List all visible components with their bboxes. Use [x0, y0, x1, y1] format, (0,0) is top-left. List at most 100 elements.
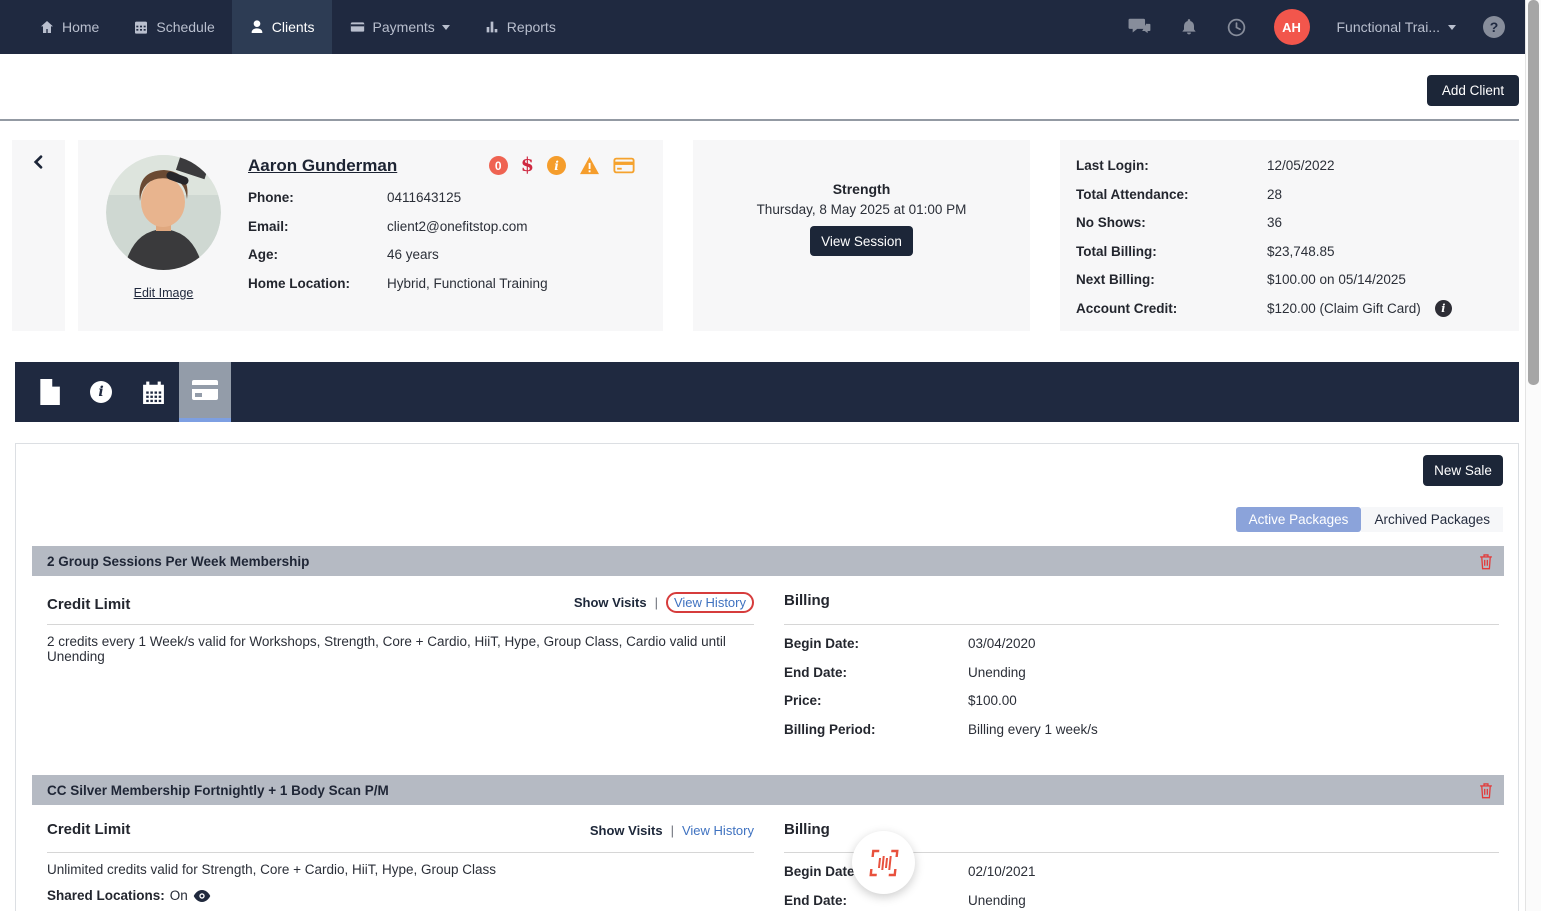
- help-icon[interactable]: ?: [1483, 16, 1505, 38]
- stat-label: Last Login:: [1076, 158, 1149, 173]
- link-separator: |: [670, 823, 674, 838]
- account-dropdown[interactable]: Functional Trai...: [1337, 19, 1456, 35]
- stat-label: No Shows:: [1076, 215, 1146, 231]
- client-alert-icons: 0 $ i: [488, 156, 635, 175]
- barcode-icon: [868, 849, 899, 876]
- stat-label: Total Attendance:: [1076, 186, 1189, 202]
- client-photo: [106, 155, 221, 270]
- bar-chart-icon: [484, 19, 500, 35]
- package-links: Show Visits | View History: [590, 823, 754, 838]
- delete-package-icon[interactable]: [1478, 553, 1494, 570]
- package-description: Unlimited credits valid for Strength, Co…: [47, 862, 497, 877]
- field-label: Home Location:: [248, 275, 351, 291]
- archived-packages-toggle[interactable]: Archived Packages: [1361, 507, 1503, 532]
- credit-limit-header-row: Credit Limit Show Visits | View History: [47, 821, 754, 838]
- zero-credits-badge-icon[interactable]: 0: [488, 156, 508, 175]
- nav-label: Clients: [271, 19, 315, 35]
- view-history-annotation: View History: [665, 592, 754, 613]
- package-filter-toggle: Active Packages Archived Packages: [1235, 507, 1503, 532]
- nav-label: Payments: [372, 19, 435, 35]
- view-history-link[interactable]: View History: [674, 595, 746, 610]
- account-credit-info-icon[interactable]: i: [1434, 299, 1452, 317]
- barcode-scan-button[interactable]: [852, 831, 915, 894]
- stat-label: Account Credit:: [1076, 300, 1178, 316]
- scrollbar-thumb[interactable]: [1528, 0, 1539, 385]
- tab-documents[interactable]: [23, 362, 75, 422]
- field-value: client2@onefitstop.com: [387, 218, 528, 234]
- billing-value: $100.00: [968, 693, 1017, 708]
- nav-item-home[interactable]: Home: [22, 0, 116, 54]
- stat-row: Next Billing: $100.00 on 05/14/2025: [1076, 269, 1503, 290]
- add-client-button[interactable]: Add Client: [1427, 75, 1519, 106]
- previous-client-button[interactable]: [12, 140, 65, 331]
- stat-value: $120.00 (Claim Gift Card): [1267, 300, 1421, 316]
- chevron-down-icon: [441, 24, 450, 30]
- view-session-button[interactable]: View Session: [810, 226, 913, 256]
- credit-limit-heading: Credit Limit: [47, 821, 131, 838]
- tab-info[interactable]: i: [75, 362, 127, 422]
- packages-panel: New Sale Active Packages Archived Packag…: [15, 443, 1519, 911]
- active-packages-toggle[interactable]: Active Packages: [1235, 507, 1362, 532]
- credit-card-icon: [349, 19, 366, 35]
- warning-triangle-icon[interactable]: [579, 156, 600, 175]
- client-name-link[interactable]: Aaron Gunderman: [248, 156, 397, 176]
- chat-icon[interactable]: [1128, 16, 1152, 38]
- billing-row: End Date: Unending: [784, 663, 1098, 684]
- avatar[interactable]: AH: [1273, 9, 1310, 45]
- chevron-down-icon: [1448, 24, 1456, 30]
- tab-schedule[interactable]: [127, 362, 179, 422]
- billing-row: Price: $100.00: [784, 691, 1098, 712]
- shared-locations-value: On: [169, 888, 188, 903]
- divider: [47, 624, 754, 625]
- billing-value: Unending: [968, 892, 1026, 908]
- billing-value: 02/10/2021: [968, 864, 1036, 879]
- stat-value: $23,748.85: [1267, 243, 1335, 259]
- nav-label: Home: [62, 19, 100, 35]
- chevron-left-icon: [33, 155, 42, 169]
- show-visits-link[interactable]: Show Visits: [574, 595, 647, 610]
- package-links: Show Visits | View History: [574, 592, 754, 613]
- show-visits-link[interactable]: Show Visits: [590, 823, 663, 838]
- home-icon: [39, 19, 55, 35]
- tab-packages[interactable]: [179, 362, 231, 422]
- bell-icon[interactable]: [1179, 17, 1199, 38]
- stat-label: Total Billing:: [1076, 243, 1157, 259]
- nav-label: Schedule: [156, 19, 215, 35]
- session-datetime: Thursday, 8 May 2025 at 01:00 PM: [756, 202, 967, 217]
- billing-alert-icon[interactable]: $: [521, 156, 534, 175]
- billing-label: Begin Date:: [784, 636, 860, 651]
- calendar-icon: [141, 380, 166, 405]
- eye-icon[interactable]: [193, 889, 211, 903]
- payment-card-alert-icon[interactable]: [613, 156, 635, 175]
- client-section-tabs: i: [15, 362, 1519, 422]
- info-icon: i: [90, 381, 112, 403]
- view-history-link[interactable]: View History: [682, 823, 754, 838]
- stat-value: $100.00 on 05/14/2025: [1267, 272, 1406, 288]
- nav-item-payments[interactable]: Payments: [332, 0, 467, 54]
- billing-heading: Billing: [784, 821, 830, 838]
- delete-package-icon[interactable]: [1478, 782, 1494, 799]
- stat-label: Next Billing:: [1076, 272, 1155, 288]
- package-title: CC Silver Membership Fortnightly + 1 Bod…: [47, 782, 389, 798]
- divider: [784, 624, 1499, 625]
- clock-icon[interactable]: [1226, 17, 1247, 38]
- new-sale-button[interactable]: New Sale: [1423, 455, 1503, 486]
- field-value: 0411643125: [387, 190, 462, 205]
- billing-header-row: Billing: [784, 592, 1499, 609]
- billing-row: Begin Date: 03/04/2020: [784, 634, 1098, 655]
- stat-row: Total Billing: $23,748.85: [1076, 241, 1503, 262]
- stat-row: No Shows: 36: [1076, 212, 1503, 233]
- info-alert-icon[interactable]: i: [547, 156, 566, 175]
- billing-value: Unending: [968, 664, 1026, 680]
- stat-value: 28: [1267, 186, 1283, 202]
- top-navbar: Home Schedule Clients Payments Reports A…: [0, 0, 1525, 54]
- edit-image-link[interactable]: Edit Image: [106, 286, 221, 300]
- nav-item-clients[interactable]: Clients: [231, 0, 332, 54]
- link-separator: |: [654, 595, 658, 610]
- credit-limit-heading: Credit Limit: [47, 596, 131, 613]
- nav-item-schedule[interactable]: Schedule: [116, 0, 231, 54]
- nav-item-reports[interactable]: Reports: [467, 0, 573, 54]
- field-label: Email:: [248, 218, 289, 234]
- billing-value: Billing every 1 week/s: [968, 721, 1098, 737]
- billing-row: Billing Period: Billing every 1 week/s: [784, 720, 1098, 741]
